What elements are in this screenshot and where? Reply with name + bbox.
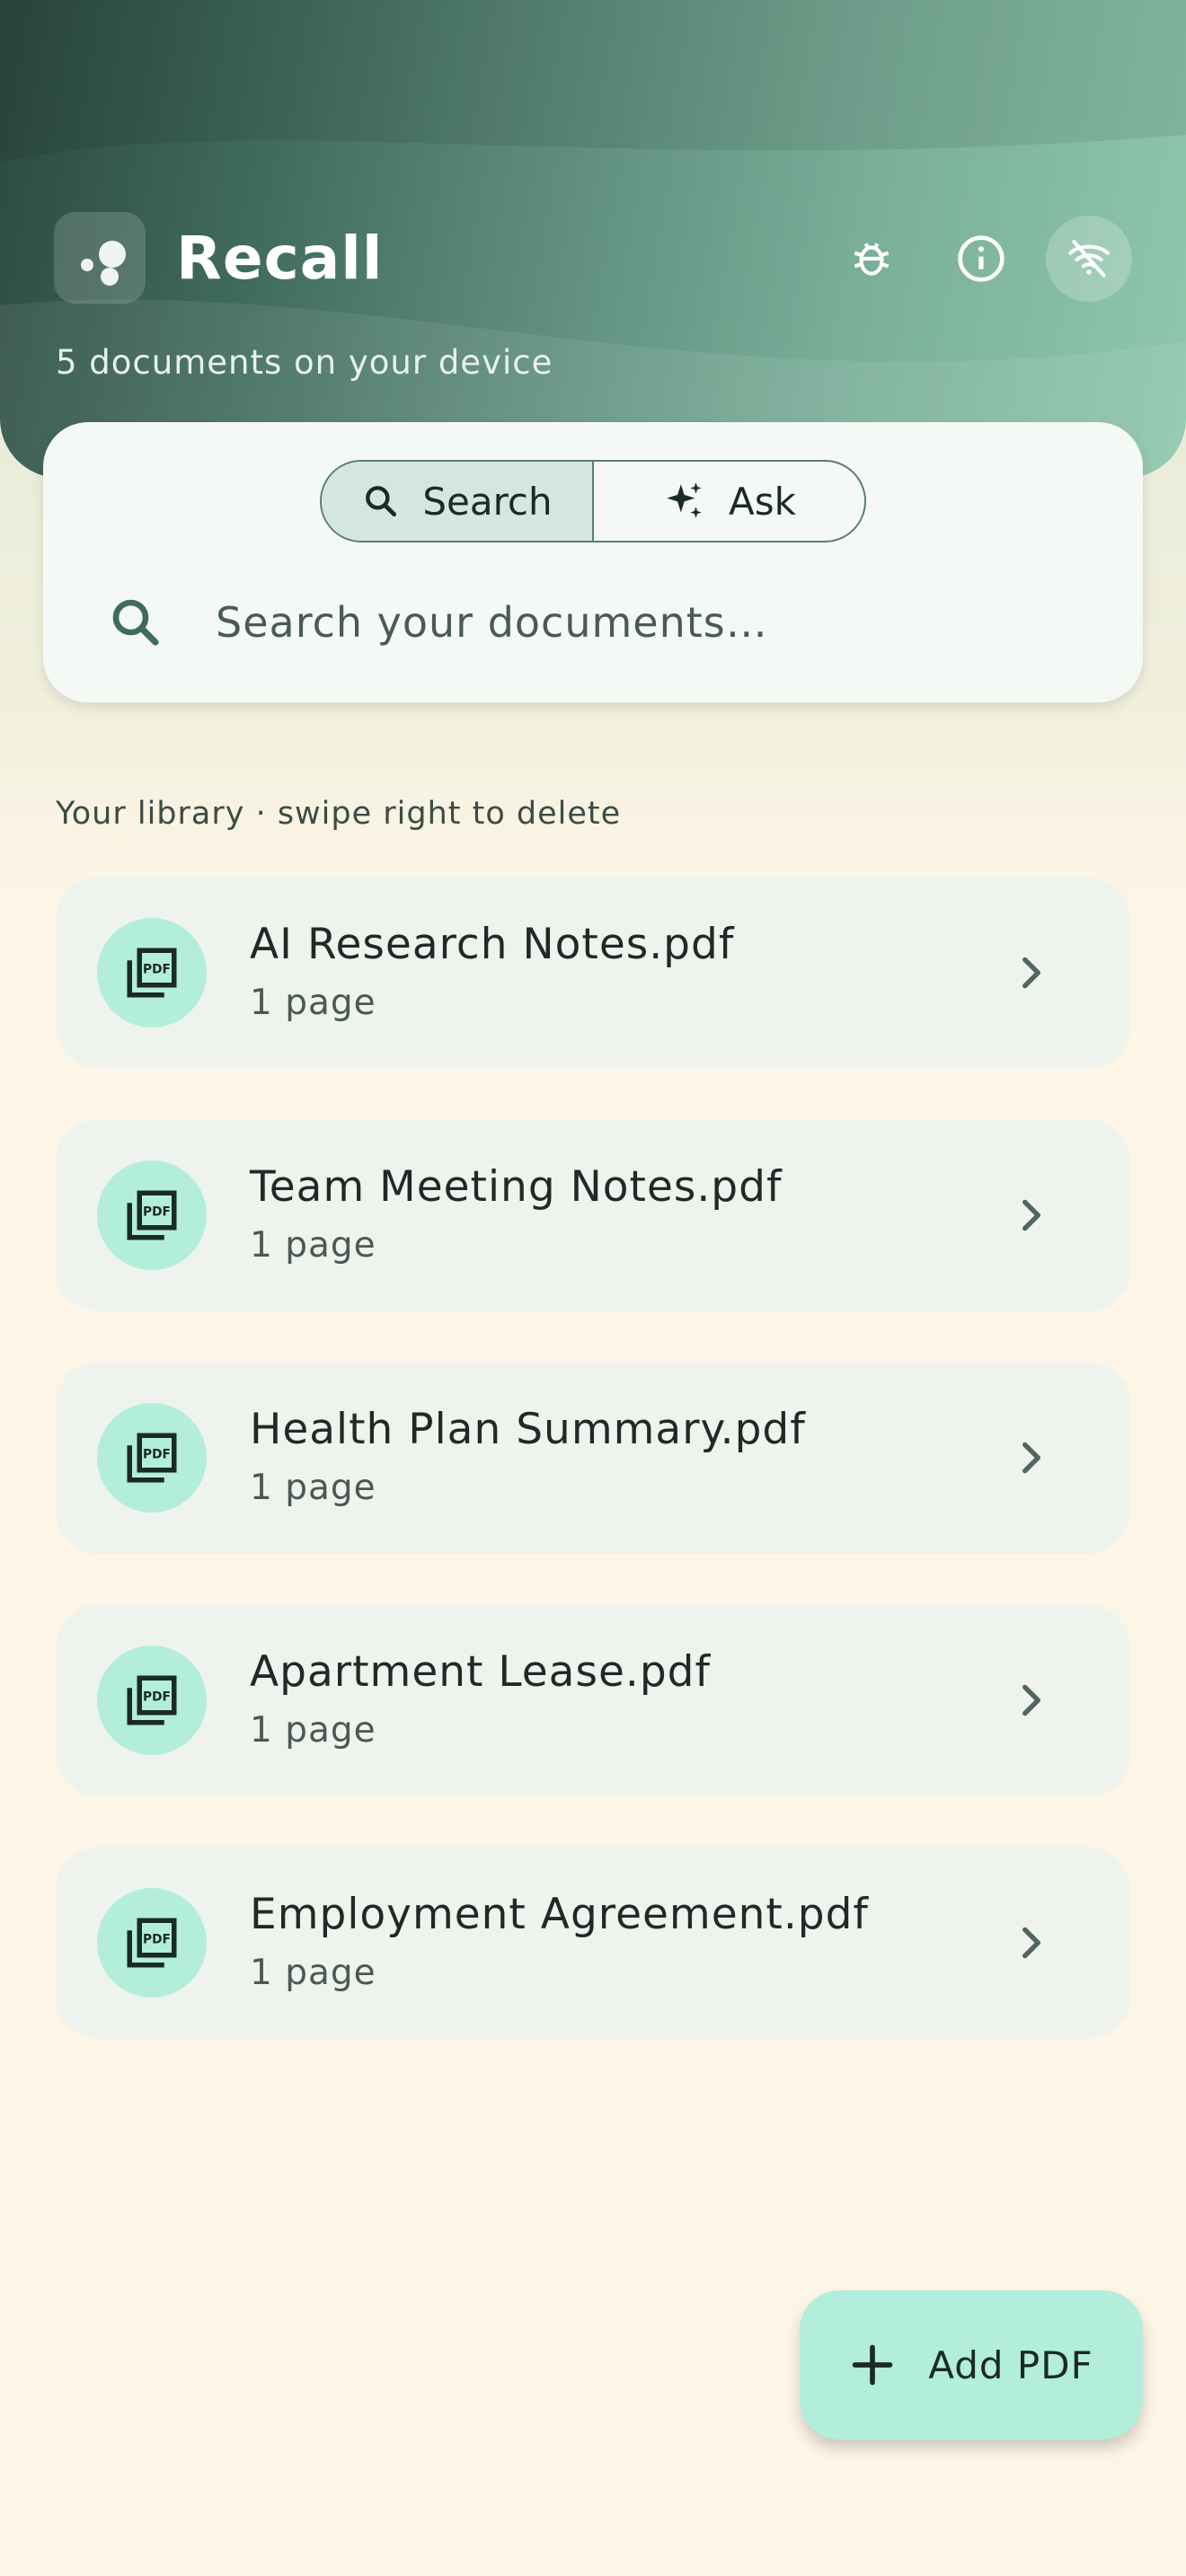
document-count-subtitle: 5 documents on your device bbox=[56, 343, 553, 382]
svg-text:PDF: PDF bbox=[143, 1205, 171, 1220]
document-item[interactable]: PDF Employment Agreement.pdf 1 page bbox=[56, 1847, 1130, 2039]
ask-mode-button[interactable]: Ask bbox=[594, 462, 864, 541]
chevron-right-icon bbox=[1022, 1684, 1041, 1716]
library-label: Your library · swipe right to delete bbox=[56, 796, 622, 832]
svg-text:PDF: PDF bbox=[143, 1933, 171, 1947]
info-button[interactable] bbox=[938, 216, 1024, 302]
bug-icon bbox=[854, 243, 890, 276]
search-icon bbox=[366, 486, 397, 517]
wifi-off-icon bbox=[1068, 240, 1110, 278]
app-title: Recall bbox=[176, 223, 384, 293]
document-name: AI Research Notes.pdf bbox=[250, 920, 735, 969]
chevron-right-icon bbox=[1022, 1927, 1041, 1959]
app-logo-icon bbox=[54, 212, 146, 304]
svg-text:PDF: PDF bbox=[143, 1448, 171, 1462]
document-item[interactable]: PDF Apartment Lease.pdf 1 page bbox=[56, 1604, 1130, 1796]
svg-text:PDF: PDF bbox=[143, 1690, 171, 1705]
pdf-icon: PDF bbox=[97, 1160, 207, 1270]
document-item[interactable]: PDF Health Plan Summary.pdf 1 page bbox=[56, 1362, 1130, 1554]
pdf-icon: PDF bbox=[97, 918, 207, 1028]
chevron-right-icon bbox=[1022, 957, 1041, 989]
document-item[interactable]: PDF Team Meeting Notes.pdf 1 page bbox=[56, 1119, 1130, 1311]
document-page-count: 1 page bbox=[250, 1225, 376, 1266]
search-mode-button[interactable]: Search bbox=[322, 462, 594, 541]
debug-button[interactable] bbox=[828, 216, 915, 302]
document-page-count: 1 page bbox=[250, 1953, 376, 1993]
connectivity-button[interactable] bbox=[1046, 216, 1132, 302]
mode-toggle: Search Ask bbox=[320, 460, 866, 543]
sparkle-icon bbox=[667, 482, 702, 518]
add-pdf-label: Add PDF bbox=[928, 2342, 1093, 2387]
search-field-icon bbox=[112, 599, 159, 646]
document-page-count: 1 page bbox=[250, 983, 376, 1023]
document-name: Team Meeting Notes.pdf bbox=[250, 1162, 783, 1212]
document-page-count: 1 page bbox=[250, 1468, 376, 1508]
chevron-right-icon bbox=[1022, 1199, 1041, 1231]
info-icon bbox=[958, 235, 1005, 282]
document-item[interactable]: PDF AI Research Notes.pdf 1 page bbox=[56, 877, 1130, 1069]
document-list: PDF AI Research Notes.pdf 1 page PDF Tea… bbox=[56, 877, 1130, 2089]
brand: Recall bbox=[54, 212, 384, 304]
chevron-right-icon bbox=[1022, 1442, 1041, 1474]
pdf-icon: PDF bbox=[97, 1888, 207, 1998]
ask-mode-label: Ask bbox=[729, 479, 796, 524]
app-header: Recall 5 documents on your device bbox=[0, 0, 1186, 478]
document-name: Apartment Lease.pdf bbox=[250, 1647, 712, 1697]
search-card: Search Ask bbox=[43, 422, 1143, 702]
pdf-icon: PDF bbox=[97, 1645, 207, 1755]
search-mode-label: Search bbox=[422, 479, 553, 524]
plus-icon bbox=[852, 2344, 893, 2386]
document-page-count: 1 page bbox=[250, 1710, 376, 1751]
document-name: Employment Agreement.pdf bbox=[250, 1890, 869, 1939]
search-row bbox=[106, 582, 1094, 663]
pdf-icon: PDF bbox=[97, 1403, 207, 1513]
svg-text:PDF: PDF bbox=[143, 963, 171, 977]
add-pdf-button[interactable]: Add PDF bbox=[800, 2290, 1143, 2439]
document-name: Health Plan Summary.pdf bbox=[250, 1405, 806, 1454]
search-input[interactable] bbox=[214, 597, 1026, 648]
